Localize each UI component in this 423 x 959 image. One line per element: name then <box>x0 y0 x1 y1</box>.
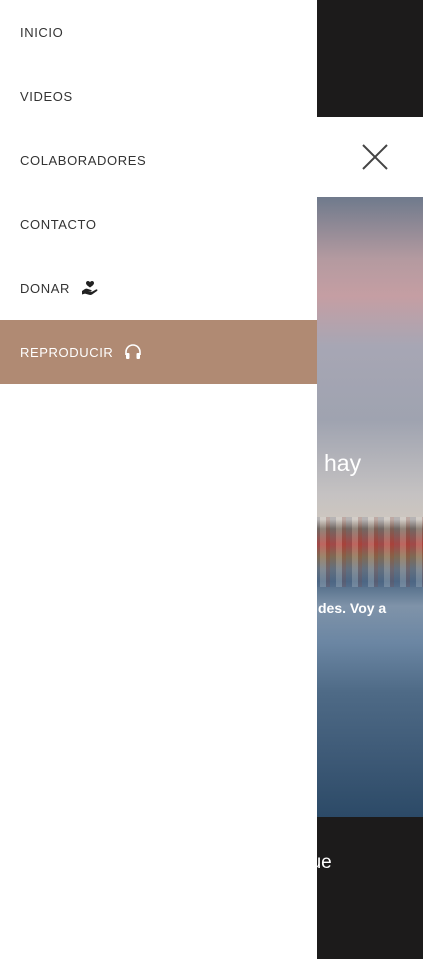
menu-item-videos[interactable]: VIDEOS <box>0 64 317 128</box>
menu-item-contacto[interactable]: CONTACTO <box>0 192 317 256</box>
headphones-icon <box>124 344 142 360</box>
side-menu-drawer: INICIO VIDEOS COLABORADORES CONTACTO DON… <box>0 0 317 959</box>
close-icon <box>362 144 388 170</box>
menu-item-label: VIDEOS <box>20 88 73 104</box>
donate-hand-heart-icon <box>81 280 99 296</box>
menu-item-label: REPRODUCIR <box>20 344 114 360</box>
menu-item-label: INICIO <box>20 24 64 40</box>
menu-item-donar[interactable]: DONAR <box>0 256 317 320</box>
hero-title: hay <box>324 450 362 476</box>
close-menu-button[interactable] <box>360 142 390 172</box>
menu-item-inicio[interactable]: INICIO <box>0 0 317 64</box>
menu-list: INICIO VIDEOS COLABORADORES CONTACTO DON… <box>0 0 317 384</box>
menu-item-label: DONAR <box>20 280 70 296</box>
hero-subtitle: des. Voy a <box>318 600 387 616</box>
menu-item-label: COLABORADORES <box>20 152 147 168</box>
menu-item-reproducir[interactable]: REPRODUCIR <box>0 320 317 384</box>
menu-item-label: CONTACTO <box>20 216 97 232</box>
menu-item-colaboradores[interactable]: COLABORADORES <box>0 128 317 192</box>
